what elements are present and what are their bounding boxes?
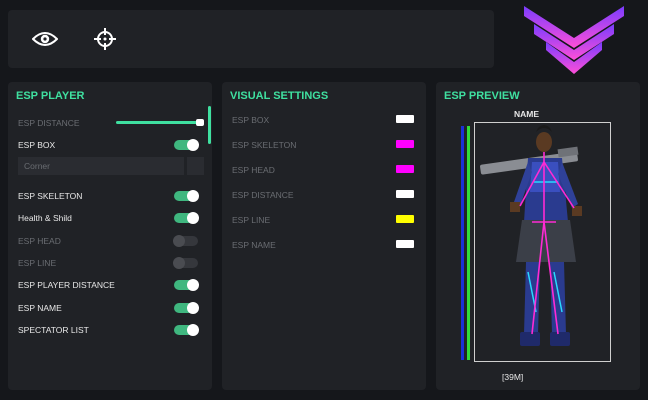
esp-name-label: ESP NAME [18,303,62,313]
vs-esp-box-label: ESP BOX [232,115,270,125]
preview-distance-label: [39M] [502,372,524,382]
vs-esp-skeleton-label: ESP SKELETON [232,140,297,150]
box-style-select[interactable]: Corner [18,157,184,175]
box-style-dropdown-button[interactable] [187,157,204,175]
esp-box-toggle[interactable] [174,139,199,151]
spectator-list-label: SPECTATOR LIST [18,325,89,335]
esp-head-toggle[interactable] [173,235,198,247]
esp-skeleton-toggle[interactable] [174,190,199,202]
esp-line-toggle[interactable] [173,257,198,269]
esp-player-title: ESP PLAYER [16,90,85,102]
health-shield-label: Health & Shild [18,213,72,223]
esp-player-distance-label: ESP PLAYER DISTANCE [18,280,115,290]
esp-preview-panel: ESP PREVIEW NAME [39M] [436,82,640,390]
visual-settings-panel: VISUAL SETTINGS ESP BOX ESP SKELETON ESP… [222,82,426,390]
esp-player-panel: ESP PLAYER ESP DISTANCE ESP BOX Corner E… [8,82,212,390]
vs-esp-line-label: ESP LINE [232,215,271,225]
panel-scrollbar[interactable] [208,106,211,144]
esp-distance-slider-handle[interactable] [196,119,204,126]
esp-preview-title: ESP PREVIEW [444,90,520,102]
esp-line-label: ESP LINE [18,258,57,268]
esp-box-label: ESP BOX [18,140,56,150]
esp-box-color-swatch[interactable] [396,115,414,123]
esp-distance-color-swatch[interactable] [396,190,414,198]
esp-player-distance-toggle[interactable] [174,279,199,291]
preview-health-bar [467,126,470,360]
vs-esp-name-label: ESP NAME [232,240,276,250]
health-shield-toggle[interactable] [174,212,199,224]
esp-line-color-swatch[interactable] [396,215,414,223]
brand-logo-icon [520,4,628,76]
vs-esp-head-label: ESP HEAD [232,165,275,175]
esp-distance-slider[interactable] [116,121,204,124]
visual-settings-title: VISUAL SETTINGS [230,90,329,102]
esp-distance-label: ESP DISTANCE [18,118,80,128]
top-toolbar [8,10,494,68]
esp-head-color-swatch[interactable] [396,165,414,173]
esp-name-color-swatch[interactable] [396,240,414,248]
esp-skeleton-label: ESP SKELETON [18,191,83,201]
eye-icon[interactable] [32,27,58,51]
esp-skeleton-color-swatch[interactable] [396,140,414,148]
esp-name-toggle[interactable] [174,302,199,314]
esp-head-label: ESP HEAD [18,236,61,246]
preview-player-name: NAME [514,109,540,119]
spectator-list-toggle[interactable] [174,324,199,336]
preview-shield-bar [461,126,464,360]
vs-esp-distance-label: ESP DISTANCE [232,190,294,200]
preview-character-image [480,125,582,346]
crosshair-icon[interactable] [92,27,118,51]
